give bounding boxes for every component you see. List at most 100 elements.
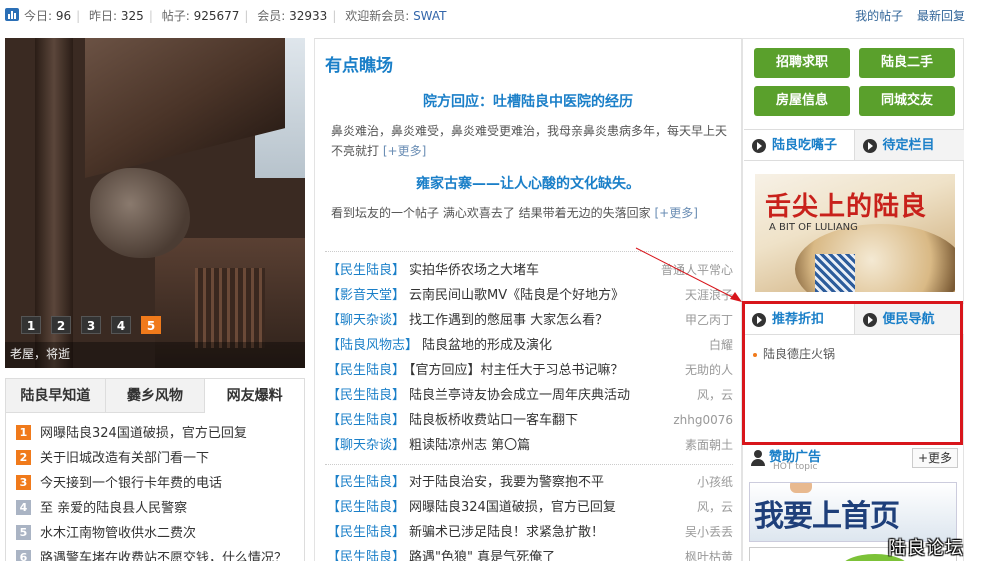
food-promo-image[interactable]: 舌尖上的陆良 A BIT OF LULIANG [755,174,955,292]
slide-page-1[interactable]: 1 [21,316,41,334]
post-category[interactable]: 【民生陆良】 [327,413,405,428]
post-title[interactable]: 新骗术已涉足陆良！求紧急扩散！ [409,525,604,540]
slide-page-3[interactable]: 3 [81,316,101,334]
post-row[interactable]: 【民生陆良】 【官方回应】村主任大于习总书记嘛？ 无助的人 [327,358,733,383]
list-item-title[interactable]: 水木江南物管收供水二费次 [40,526,196,541]
post-row[interactable]: 【民生陆良】 路遇"色狼" 真是气死俺了 枫叶枯黄 [327,545,733,561]
post-category[interactable]: 【民生陆良】 [327,363,405,378]
post-category[interactable]: 【陆良风物志】 [327,338,418,353]
tab-local-customs[interactable]: 爨乡风物 [106,379,206,412]
post-title[interactable]: 陆良盆地的形成及演化 [422,338,552,353]
today-label: 今日: [24,9,53,23]
list-item-title[interactable]: 网曝陆良324国道破损，官方已回复 [40,426,247,441]
list-item-title[interactable]: 路遇警车堵在收费站不愿交钱，什么情况？ [40,551,287,561]
post-row[interactable]: 【民生陆良】 对于陆良治安，我要为警察抱不平 小孩纸 [327,470,733,495]
my-posts-link[interactable]: 我的帖子 [855,9,903,23]
dating-button[interactable]: 同城交友 [859,86,955,116]
post-row[interactable]: 【民生陆良】 陆良板桥收费站口一客车翻下 zhhg0076 [327,408,733,433]
post-row[interactable]: 【影音天堂】 云南民间山歌MV《陆良是个好地方》 天涯浪子 [327,283,733,308]
tab-discounts[interactable]: 推荐折扣 [744,304,855,334]
post-title[interactable]: 对于陆良治安，我要为警察抱不平 [409,475,604,490]
jobs-button[interactable]: 招聘求职 [754,48,850,78]
list-item[interactable]: 2 关于旧城改造有关部门看一下 [16,446,304,471]
post-author[interactable]: 小孩纸 [697,470,733,495]
slide-page-5[interactable]: 5 [141,316,161,334]
slideshow[interactable]: 1 2 3 4 5 老屋，将逝 [5,38,305,368]
post-title[interactable]: 陆良兰亭诗友协会成立一周年庆典活动 [409,388,630,403]
ad-banner[interactable]: 我要上首页 [749,482,957,542]
post-row[interactable]: 【民生陆良】 网曝陆良324国道破损，官方已回复 风，云 [327,495,733,520]
slide-page-2[interactable]: 2 [51,316,71,334]
latest-replies-link[interactable]: 最新回复 [917,9,965,23]
tab-luliang-news[interactable]: 陆良早知道 [6,379,106,412]
secondhand-button[interactable]: 陆良二手 [859,48,955,78]
news-tabs-panel: 陆良早知道 爨乡风物 网友爆料 1 网曝陆良324国道破损，官方已回复 2 关于旧城… [5,378,305,561]
new-member-link[interactable]: SWAT [413,9,446,23]
post-author[interactable]: 天涯浪子 [685,283,733,308]
more-link[interactable]: [+更多] [383,144,426,158]
post-title[interactable]: 粗读陆凉州志 第〇篇 [409,438,530,453]
list-item-title[interactable]: 关于旧城改造有关部门看一下 [40,451,209,466]
post-author[interactable]: 素面朝土 [685,433,733,458]
list-item[interactable]: 6 路遇警车堵在收费站不愿交钱，什么情况？ [16,546,304,561]
post-title[interactable]: 实拍华侨农场之大堵车 [409,263,539,278]
post-row[interactable]: 【聊天杂谈】 找工作遇到的憋屈事 大家怎么看？ 甲乙丙丁 [327,308,733,333]
post-row[interactable]: 【聊天杂谈】 粗读陆凉州志 第〇篇 素面朝土 [327,433,733,458]
list-item[interactable]: 1 网曝陆良324国道破损，官方已回复 [16,421,304,446]
list-item[interactable]: 陆良德庄火锅 [753,345,835,362]
posts-count: 925677 [193,9,240,23]
post-author[interactable]: 无助的人 [685,358,733,383]
post-category[interactable]: 【民生陆良】 [327,475,405,490]
post-author[interactable]: 吴小丢丢 [685,520,733,545]
post-title[interactable]: 路遇"色狼" 真是气死俺了 [409,550,555,561]
post-row[interactable]: 【陆良风物志】 陆良盆地的形成及演化 白耀 [327,333,733,358]
bullet-icon [753,352,757,357]
post-author[interactable]: 甲乙丙丁 [685,308,733,333]
post-author[interactable]: 白耀 [709,333,733,358]
arrow-right-icon [862,313,877,327]
post-title[interactable]: 【官方回应】村主任大于习总书记嘛？ [409,363,624,378]
tab-luliang-food[interactable]: 陆良吃嘴子 [744,130,855,160]
more-link[interactable]: [+更多] [654,206,697,220]
tab-label: 推荐折扣 [772,312,825,327]
slideshow-caption[interactable]: 老屋，将逝 [10,345,70,362]
post-category[interactable]: 【民生陆良】 [327,388,405,403]
post-row[interactable]: 【民生陆良】 实拍华侨农场之大堵车 普通人平常心 [327,258,733,283]
post-author[interactable]: zhhg0076 [673,408,733,433]
person-icon [751,450,765,466]
post-category[interactable]: 【民生陆良】 [327,525,405,540]
post-author[interactable]: 风，云 [697,383,733,408]
post-author[interactable]: 普通人平常心 [661,258,733,283]
list-item-title[interactable]: 今天接到一个银行卡年费的电话 [40,476,222,491]
post-title[interactable]: 找工作遇到的憋屈事 大家怎么看？ [409,313,608,328]
members-count: 32933 [289,9,328,23]
post-category[interactable]: 【民生陆良】 [327,500,405,515]
slide-page-4[interactable]: 4 [111,316,131,334]
tab-user-reports[interactable]: 网友爆料 [205,379,305,413]
tab-convenience-nav[interactable]: 便民导航 [855,304,965,334]
featured-headline[interactable]: 雍家古寨——让人心酸的文化缺失。 [315,173,741,193]
post-title[interactable]: 网曝陆良324国道破损，官方已回复 [409,500,616,515]
list-item[interactable]: 5 水木江南物管收供水二费次 [16,521,304,546]
housing-button[interactable]: 房屋信息 [754,86,850,116]
post-author[interactable]: 枫叶枯黄 [685,545,733,561]
more-button[interactable]: +更多 [912,448,958,468]
post-category[interactable]: 【聊天杂谈】 [327,313,405,328]
featured-headline[interactable]: 院方回应：吐槽陆良中医院的经历 [315,91,741,111]
post-author[interactable]: 风，云 [697,495,733,520]
post-title[interactable]: 云南民间山歌MV《陆良是个好地方》 [409,288,624,303]
deal-title[interactable]: 陆良德庄火锅 [763,347,835,361]
post-row[interactable]: 【民生陆良】 陆良兰亭诗友协会成立一周年庆典活动 风，云 [327,383,733,408]
list-item[interactable]: 4 至 亲爱的陆良县人民警察 [16,496,304,521]
welcome-label: 欢迎新会员: [345,9,410,23]
post-category[interactable]: 【民生陆良】 [327,263,405,278]
list-item-title[interactable]: 至 亲爱的陆良县人民警察 [40,501,187,516]
post-row[interactable]: 【民生陆良】 新骗术已涉足陆良！求紧急扩散！ 吴小丢丢 [327,520,733,545]
post-category[interactable]: 【聊天杂谈】 [327,438,405,453]
post-category[interactable]: 【民生陆良】 [327,550,405,561]
tab-pending[interactable]: 待定栏目 [855,130,965,160]
list-item[interactable]: 3 今天接到一个银行卡年费的电话 [16,471,304,496]
posts-label: 帖子: [161,9,190,23]
post-category[interactable]: 【影音天堂】 [327,288,405,303]
post-title[interactable]: 陆良板桥收费站口一客车翻下 [409,413,578,428]
